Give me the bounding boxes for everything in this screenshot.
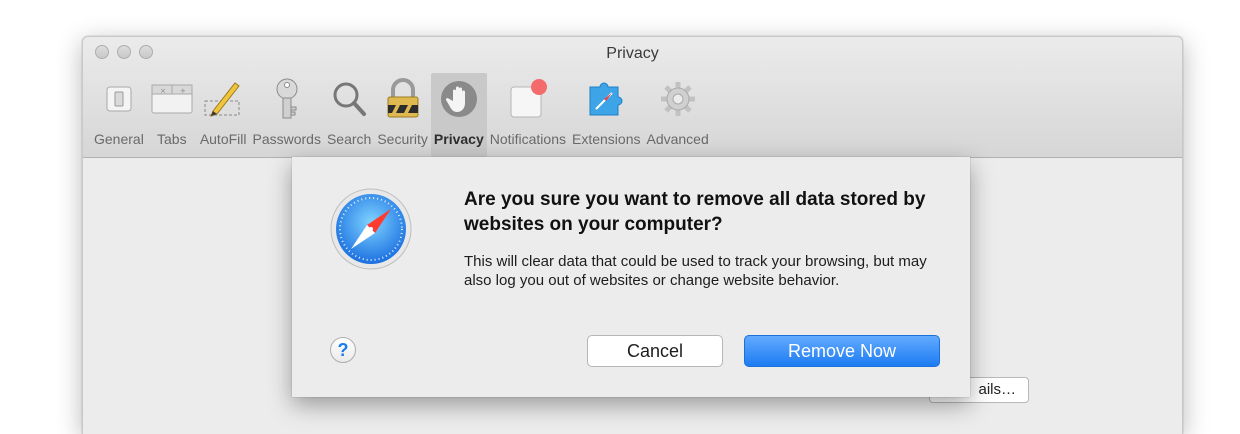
cancel-button[interactable]: Cancel: [587, 335, 723, 367]
tab-label: Tabs: [157, 131, 187, 147]
remove-now-button[interactable]: Remove Now: [744, 335, 940, 367]
padlock-icon: [381, 77, 425, 121]
tab-label: Advanced: [646, 131, 709, 147]
dialog-message: This will clear data that could be used …: [464, 253, 927, 289]
tab-advanced[interactable]: Advanced: [643, 73, 711, 157]
safari-compass-icon: [329, 187, 413, 271]
tabs-icon: × +: [150, 77, 194, 121]
tab-privacy[interactable]: Privacy: [430, 73, 487, 157]
tab-label: Privacy: [433, 131, 484, 147]
tab-label: Extensions: [572, 131, 641, 147]
tab-autofill[interactable]: AutoFill: [197, 73, 250, 157]
preferences-toolbar: General × + Tabs AutoFill Passwords Sear…: [91, 73, 712, 157]
tab-tabs[interactable]: × + Tabs: [147, 73, 197, 157]
svg-text:×: ×: [160, 87, 166, 95]
svg-text:+: +: [180, 87, 186, 95]
tab-search[interactable]: Search: [324, 73, 374, 157]
tab-extensions[interactable]: Extensions: [569, 73, 643, 157]
tab-notifications[interactable]: Notifications: [487, 73, 569, 157]
autofill-pencil-icon: [201, 77, 245, 121]
titlebar: Privacy General × + Tabs AutoFill Passwo…: [83, 37, 1182, 158]
notification-badge-icon: [506, 77, 550, 121]
gear-icon: [656, 77, 700, 121]
confirmation-dialog: Are you sure you want to remove all data…: [292, 157, 970, 397]
tab-label: Security: [377, 131, 428, 147]
tab-label: Search: [326, 131, 372, 147]
window-title: Privacy: [606, 45, 659, 62]
tab-security[interactable]: Security: [374, 73, 431, 157]
general-switch-icon: [97, 77, 141, 121]
key-icon: [265, 77, 309, 121]
magnifier-icon: [327, 77, 371, 121]
hand-icon: [437, 77, 481, 121]
dialog-heading: Are you sure you want to remove all data…: [464, 189, 926, 235]
tab-label: AutoFill: [199, 131, 247, 147]
tab-label: Passwords: [252, 131, 321, 147]
tab-passwords[interactable]: Passwords: [250, 73, 324, 157]
tab-label: General: [94, 131, 144, 147]
tab-label: Notifications: [489, 131, 566, 147]
help-button[interactable]: ?: [330, 337, 356, 363]
tab-general[interactable]: General: [91, 73, 147, 157]
puzzle-piece-icon: [584, 77, 628, 121]
